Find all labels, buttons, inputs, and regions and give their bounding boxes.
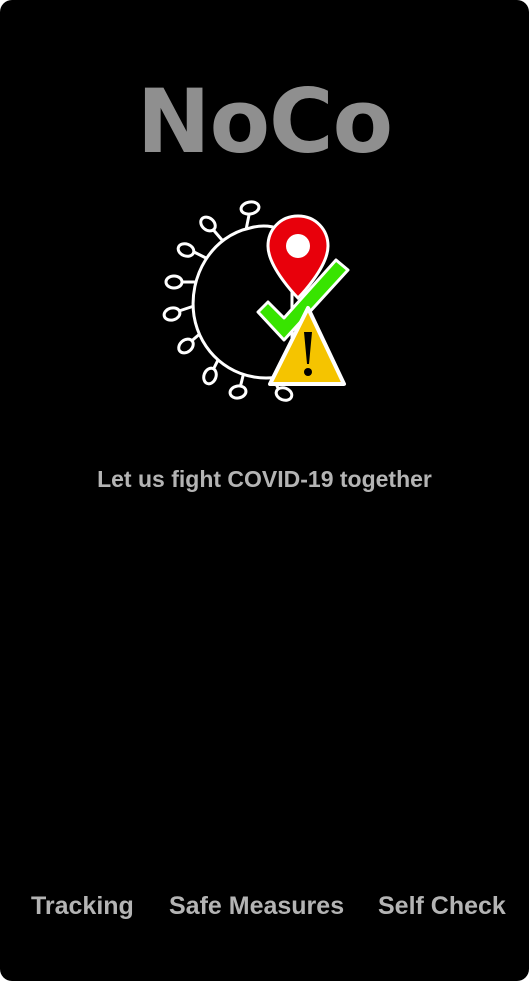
app-title: NoCo: [136, 70, 393, 173]
nav-tracking[interactable]: Tracking: [31, 886, 134, 926]
app-screen: NoCo Let us fight COVID-19 together Trac…: [0, 0, 529, 981]
nav-self-check[interactable]: Self Check: [378, 886, 506, 926]
tagline: Let us fight COVID-19 together: [97, 466, 432, 492]
app-logo: [162, 200, 350, 402]
nav-safe-measures[interactable]: Safe Measures: [169, 886, 344, 926]
bottom-nav: Tracking Safe Measures Self Check: [0, 886, 529, 926]
